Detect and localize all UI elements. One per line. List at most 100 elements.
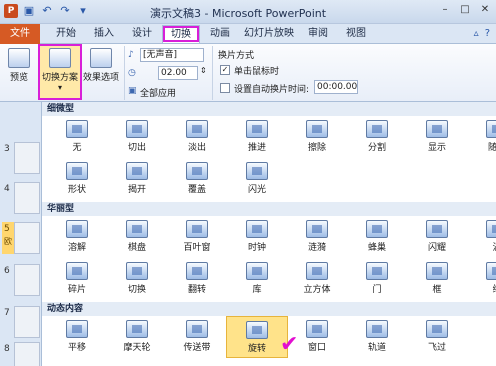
transition-item-dynamic[interactable]: 摩天轮 xyxy=(106,316,168,358)
transition-item-exciting[interactable]: 涟漪 xyxy=(286,216,348,258)
transition-item-subtle[interactable]: 切出 xyxy=(106,116,168,158)
transition-item-label: 摩天轮 xyxy=(123,343,151,353)
slide-thumb-image xyxy=(14,264,40,296)
transition-effect-icon xyxy=(306,320,328,338)
powerpoint-logo-icon: P xyxy=(4,4,18,18)
transition-item-subtle[interactable]: 分割 xyxy=(346,116,408,158)
transition-item-exciting[interactable]: 碎片 xyxy=(46,258,108,300)
slide-thumbnails-pane: 3 4 5 欧 6 7 8 xyxy=(0,102,42,366)
transition-item-label: 揭开 xyxy=(127,185,146,195)
preview-button[interactable]: 预览 xyxy=(4,48,34,83)
customize-qat-icon[interactable]: ▾ xyxy=(76,4,90,18)
transition-item-subtle[interactable]: 擦除 xyxy=(286,116,348,158)
transition-item-label: 闪耀 xyxy=(427,243,446,253)
tab-animations[interactable]: 动画 xyxy=(202,25,238,43)
transition-item-label: 库 xyxy=(252,285,262,295)
sound-select[interactable]: [无声音] xyxy=(140,48,204,62)
transition-item-subtle[interactable]: 闪光 xyxy=(226,158,288,200)
minimize-icon[interactable]: – xyxy=(438,3,452,17)
transition-effect-icon xyxy=(486,220,496,238)
transition-item-label: 形状 xyxy=(67,185,86,195)
transition-item-exciting[interactable]: 缩 xyxy=(466,258,496,300)
effect-options-button[interactable]: 效果选项 xyxy=(82,48,120,83)
duration-input[interactable]: 02.00 xyxy=(158,66,198,80)
transition-effect-icon xyxy=(306,220,328,238)
tab-slideshow[interactable]: 幻灯片放映 xyxy=(240,25,298,43)
section-heading-subtle: 细微型 xyxy=(42,102,496,116)
transition-item-dynamic[interactable]: 轨道 xyxy=(346,316,408,358)
apply-all-button[interactable]: 全部应用 xyxy=(140,86,176,99)
tab-view[interactable]: 视图 xyxy=(338,25,374,43)
transition-item-dynamic[interactable]: 旋转 xyxy=(226,316,288,358)
transition-item-label: 轨道 xyxy=(367,343,386,353)
tab-file[interactable]: 文件 xyxy=(0,24,40,44)
transition-effect-icon xyxy=(246,162,268,180)
transition-item-exciting[interactable]: 溶解 xyxy=(46,216,108,258)
tab-design[interactable]: 设计 xyxy=(124,25,160,43)
checkmark-annotation-icon: ✔ xyxy=(280,332,299,357)
transition-effect-icon xyxy=(486,262,496,280)
save-icon[interactable]: ▣ xyxy=(22,4,36,18)
transition-item-label: 切换 xyxy=(127,285,146,295)
slide-thumb-image xyxy=(14,182,40,214)
transition-item-label: 缩 xyxy=(466,282,496,295)
transition-item-label: 推进 xyxy=(247,143,266,153)
transition-item-exciting[interactable]: 闪耀 xyxy=(406,216,468,258)
transition-item-subtle[interactable]: 显示 xyxy=(406,116,468,158)
transition-item-subtle[interactable]: 推进 xyxy=(226,116,288,158)
slide-thumbnail[interactable]: 6 xyxy=(2,264,40,296)
transition-effect-icon xyxy=(426,262,448,280)
transition-item-exciting[interactable]: 框 xyxy=(406,258,468,300)
tab-transitions[interactable]: 切换 xyxy=(162,25,200,43)
transition-item-dynamic[interactable]: 传送带 xyxy=(166,316,228,358)
transition-item-exciting[interactable]: 翻转 xyxy=(166,258,228,300)
transition-effect-icon xyxy=(126,262,148,280)
transition-item-label: 棋盘 xyxy=(127,243,146,253)
transition-item-exciting[interactable]: 切换 xyxy=(106,258,168,300)
transition-effect-icon xyxy=(306,120,328,138)
help-icon[interactable]: ? xyxy=(485,28,490,39)
transition-effect-icon xyxy=(366,320,388,338)
tab-review[interactable]: 审阅 xyxy=(300,25,336,43)
tab-insert[interactable]: 插入 xyxy=(86,25,122,43)
transition-item-label: 涡 xyxy=(466,240,496,253)
transition-item-exciting[interactable]: 立方体 xyxy=(286,258,348,300)
transition-item-subtle[interactable]: 随机 xyxy=(466,116,496,158)
tab-home[interactable]: 开始 xyxy=(48,25,84,43)
transition-item-subtle[interactable]: 揭开 xyxy=(106,158,168,200)
slide-number: 8 xyxy=(4,344,10,354)
transition-item-exciting[interactable]: 库 xyxy=(226,258,288,300)
after-time-input[interactable]: 00:00.00 xyxy=(314,80,358,94)
transition-item-exciting[interactable]: 蜂巢 xyxy=(346,216,408,258)
transition-item-dynamic[interactable]: 飞过 xyxy=(406,316,468,358)
transition-item-exciting[interactable]: 时钟 xyxy=(226,216,288,258)
undo-icon[interactable]: ↶ xyxy=(40,4,54,18)
transition-item-subtle[interactable]: 覆盖 xyxy=(166,158,228,200)
slide-thumbnail[interactable]: 3 xyxy=(2,142,40,174)
transition-item-exciting[interactable]: 棋盘 xyxy=(106,216,168,258)
transition-item-dynamic[interactable]: 平移 xyxy=(46,316,108,358)
maximize-icon[interactable]: □ xyxy=(458,3,472,17)
slide-thumbnail[interactable]: 4 xyxy=(2,182,40,214)
slide-thumbnail-selected[interactable]: 5 欧 xyxy=(2,222,40,254)
transition-item-label: 闪光 xyxy=(247,185,266,195)
slide-thumbnail[interactable]: 7 xyxy=(2,306,40,338)
transition-effect-icon xyxy=(426,120,448,138)
transition-item-exciting[interactable]: 百叶窗 xyxy=(166,216,228,258)
transition-scheme-button[interactable]: 切换方案 ▾ xyxy=(38,44,82,100)
slide-thumbnail[interactable]: 8 xyxy=(2,342,40,366)
transition-item-exciting[interactable]: 门 xyxy=(346,258,408,300)
section-heading-dynamic: 动态内容 xyxy=(42,302,496,316)
redo-icon[interactable]: ↷ xyxy=(58,4,72,18)
minimize-ribbon-icon[interactable]: ▵ xyxy=(474,28,479,39)
slide-number: 4 xyxy=(4,184,10,194)
duration-spinner-icon[interactable]: ⇕ xyxy=(200,66,207,75)
transition-item-exciting[interactable]: 涡 xyxy=(466,216,496,258)
transition-item-label: 碎片 xyxy=(67,285,86,295)
close-icon[interactable]: ✕ xyxy=(478,3,492,17)
on-click-checkbox[interactable]: ✓ xyxy=(220,65,230,75)
transition-item-subtle[interactable]: 形状 xyxy=(46,158,108,200)
transition-item-subtle[interactable]: 无 xyxy=(46,116,108,158)
after-time-checkbox[interactable] xyxy=(220,83,230,93)
transition-item-subtle[interactable]: 淡出 xyxy=(166,116,228,158)
